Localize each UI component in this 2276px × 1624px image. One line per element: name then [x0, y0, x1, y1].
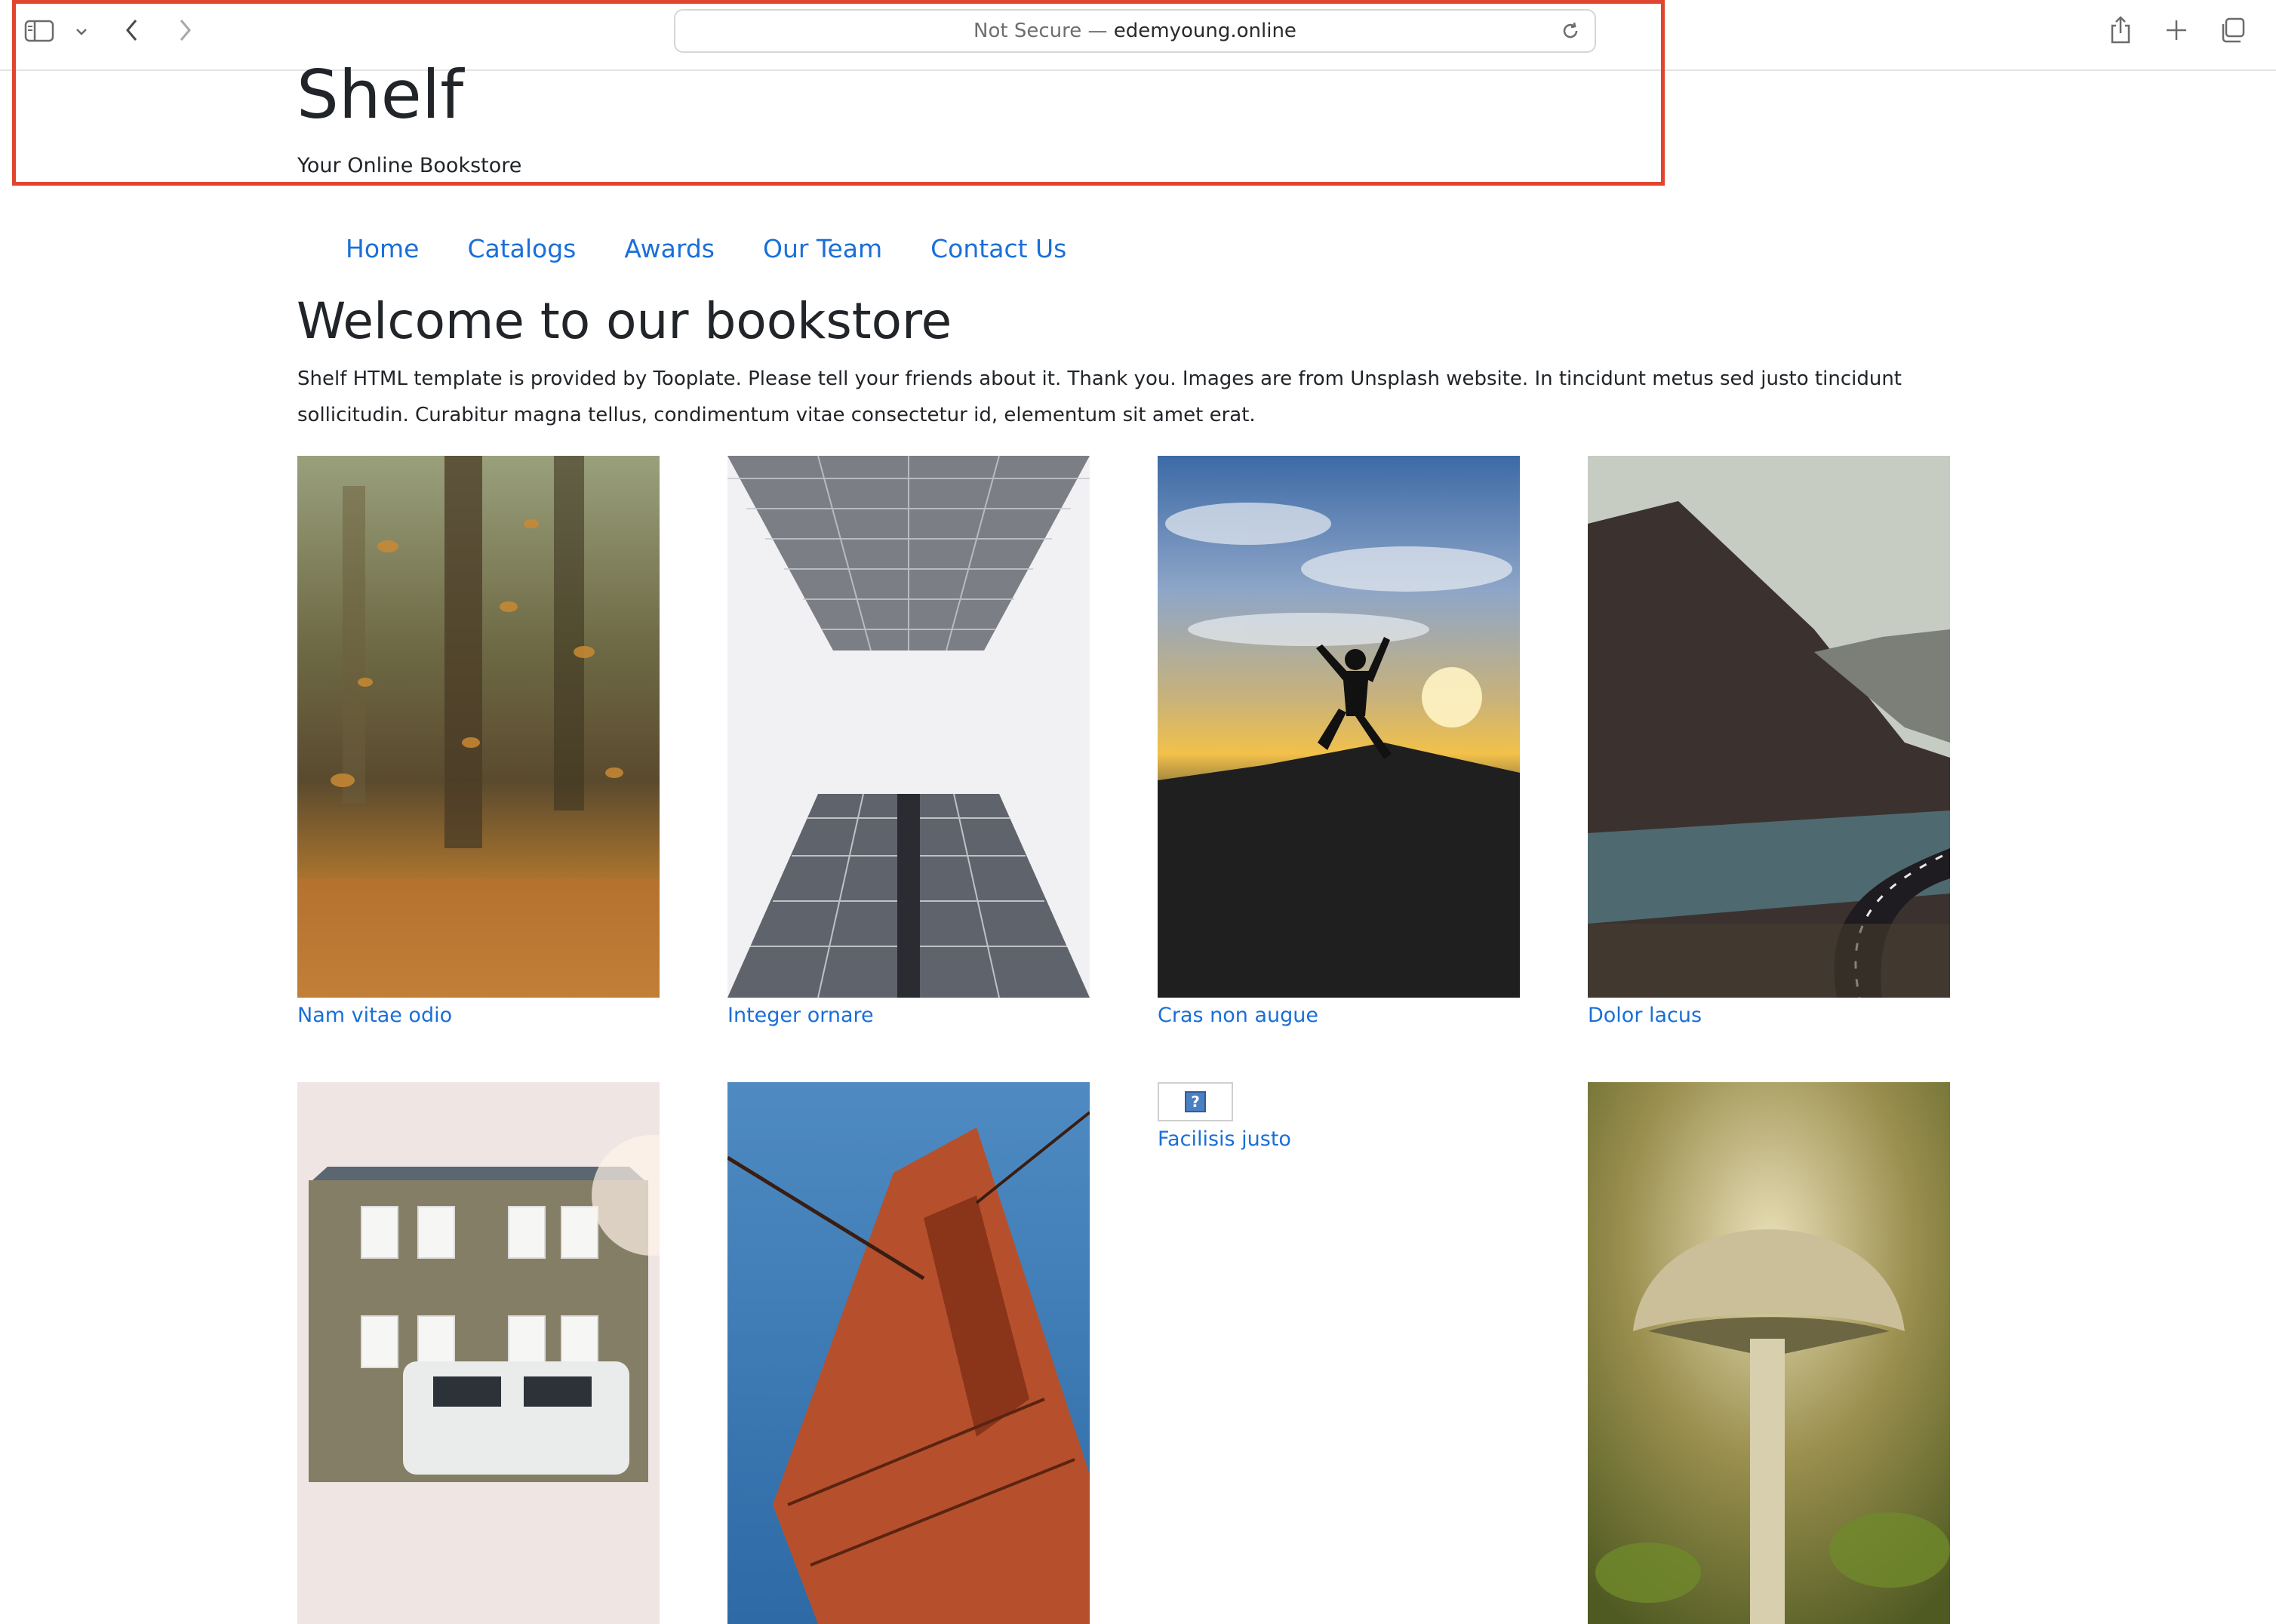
gallery-caption[interactable]: Integer ornare	[727, 1004, 1090, 1027]
url-domain: edemyoung.online	[1113, 20, 1296, 42]
gallery-item: ? Facilisis justo	[1158, 1082, 1520, 1151]
house-photo[interactable]	[297, 1082, 660, 1624]
forward-icon[interactable]	[174, 15, 196, 45]
back-icon[interactable]	[121, 15, 143, 45]
address-bar[interactable]: Not Secure — edemyoung.online	[674, 9, 1596, 53]
gallery-item	[727, 1082, 1090, 1624]
page-heading: Welcome to our bookstore	[297, 292, 952, 350]
security-label: Not Secure —	[973, 20, 1108, 42]
mushroom-photo[interactable]	[1588, 1082, 1950, 1624]
nav-our-team[interactable]: Our Team	[763, 234, 882, 264]
skyscraper-photo[interactable]	[727, 456, 1090, 998]
bridge-photo[interactable]	[727, 1082, 1090, 1624]
reload-icon[interactable]	[1560, 20, 1581, 47]
gallery-item	[1588, 1082, 1950, 1624]
gallery-caption[interactable]: Facilisis justo	[1158, 1127, 1520, 1151]
nav-contact-us[interactable]: Contact Us	[930, 234, 1066, 264]
nav-home[interactable]: Home	[346, 234, 419, 264]
mountain-road-photo[interactable]	[1588, 456, 1950, 998]
tab-overview-icon[interactable]	[2217, 15, 2247, 45]
sunset-jump-photo[interactable]	[1158, 456, 1520, 998]
nav-catalogs[interactable]: Catalogs	[467, 234, 576, 264]
gallery-item: Integer ornare	[727, 456, 1090, 1027]
intro-paragraph: Shelf HTML template is provided by Toopl…	[297, 368, 1902, 426]
site-tagline: Your Online Bookstore	[297, 154, 522, 177]
main-nav: Home Catalogs Awards Our Team Contact Us	[346, 234, 1115, 264]
gallery-item	[297, 1082, 660, 1624]
question-mark-icon: ?	[1185, 1091, 1206, 1112]
broken-image[interactable]: ?	[1158, 1082, 1233, 1121]
share-icon[interactable]	[2105, 12, 2136, 48]
gallery-item: Nam vitae odio	[297, 456, 660, 1027]
nav-awards[interactable]: Awards	[624, 234, 715, 264]
gallery-item: Cras non augue	[1158, 456, 1520, 1027]
gallery-caption[interactable]: Dolor lacus	[1588, 1004, 1950, 1027]
new-tab-icon[interactable]	[2161, 15, 2191, 45]
gallery-caption[interactable]: Nam vitae odio	[297, 1004, 660, 1027]
sidebar-toggle-icon[interactable]	[23, 17, 56, 45]
autumn-leaves-photo[interactable]	[297, 456, 660, 998]
site-title: Shelf	[297, 56, 464, 134]
chevron-down-icon[interactable]	[72, 23, 91, 41]
gallery-item: Dolor lacus	[1588, 456, 1950, 1027]
gallery-caption[interactable]: Cras non augue	[1158, 1004, 1520, 1027]
